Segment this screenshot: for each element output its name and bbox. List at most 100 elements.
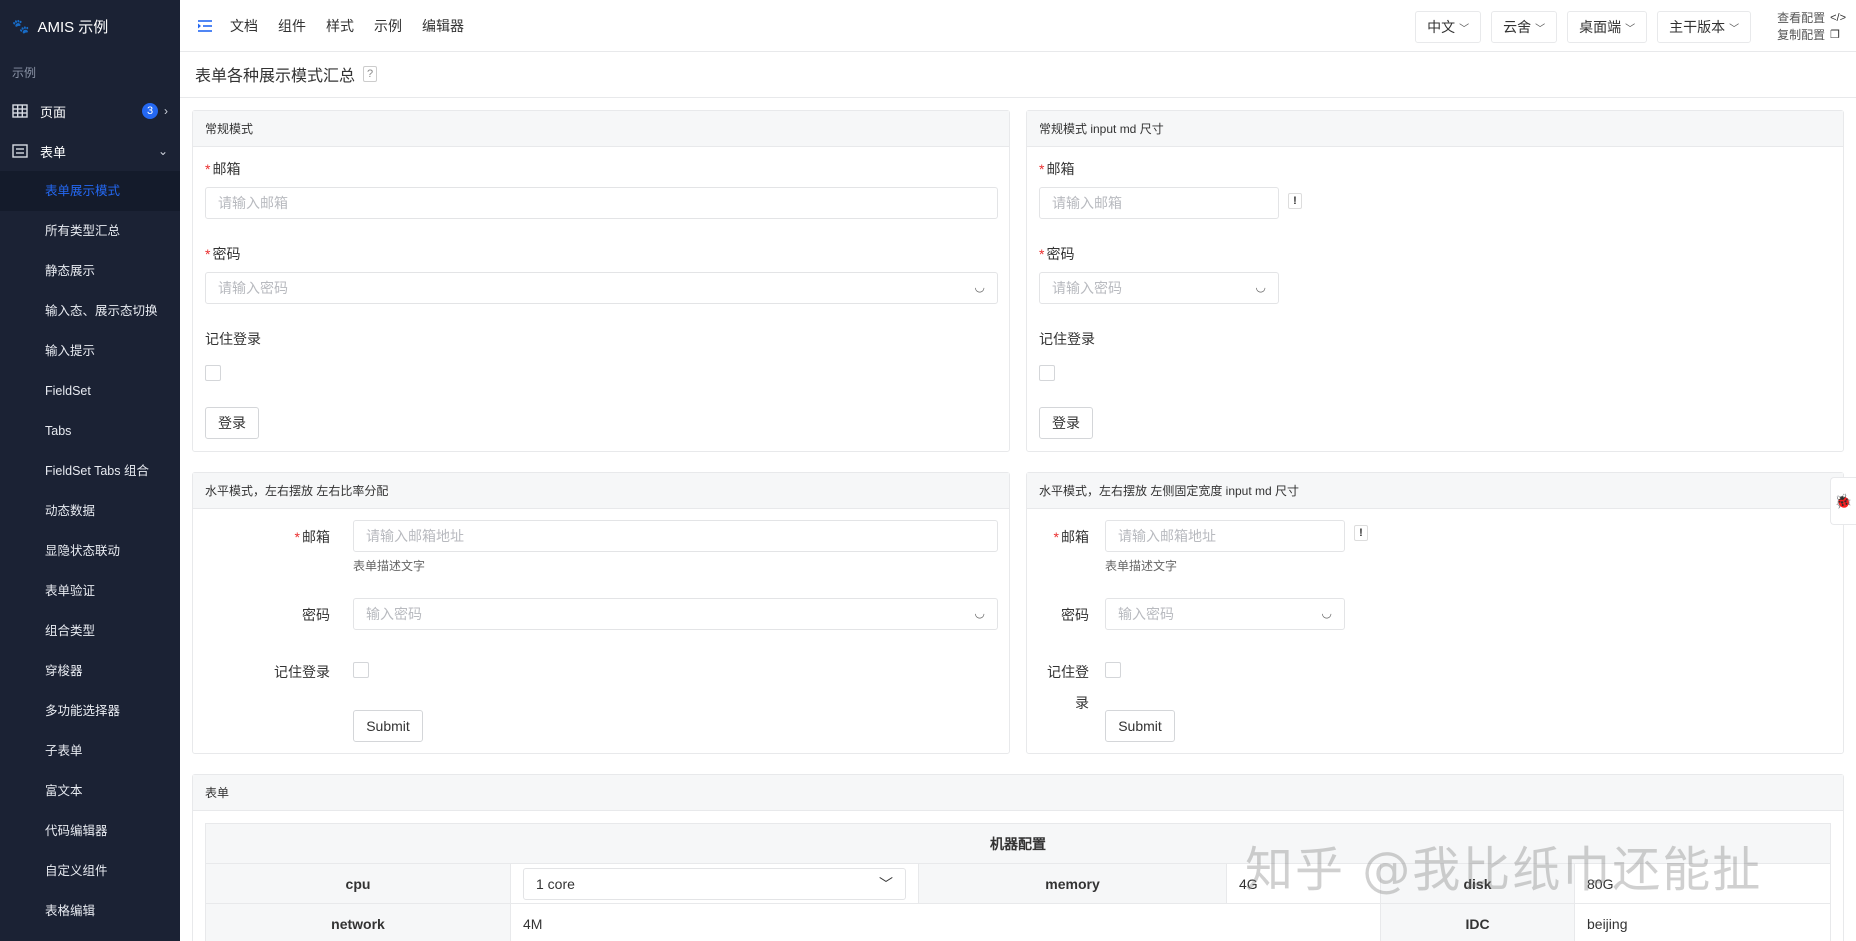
remember-checkbox[interactable] bbox=[1105, 662, 1121, 678]
nav-examples[interactable]: 示例 bbox=[374, 16, 402, 36]
field-description: 表单描述文字 bbox=[1105, 559, 1178, 573]
topbar: 文档 组件 样式 示例 编辑器 中文 ﹀ 云舍 ﹀ 桌面端 ﹀ 主干版本 ﹀ 查看配置 <… bbox=[180, 0, 1856, 52]
email-input[interactable]: 请输入邮箱地址 bbox=[353, 520, 998, 552]
sidebar-subitem[interactable]: 子表单 bbox=[0, 731, 180, 771]
sidebar-subitem[interactable]: 动态数据 bbox=[0, 491, 180, 531]
placeholder: 请输入邮箱 bbox=[1052, 195, 1122, 211]
nav-components[interactable]: 组件 bbox=[278, 16, 306, 36]
sidebar-subitem[interactable]: FieldSet bbox=[0, 371, 180, 411]
password-input[interactable]: 输入密码 ◡ bbox=[1105, 598, 1345, 630]
table-row: network 4M IDC beijing bbox=[205, 903, 1831, 941]
placeholder: 请输入邮箱地址 bbox=[1118, 528, 1216, 544]
cpu-cell: 1 core ﹀ bbox=[510, 863, 919, 904]
sidebar-subitem[interactable]: 所有类型汇总 bbox=[0, 211, 180, 251]
copy-config-link[interactable]: 复制配置 ❐ bbox=[1777, 27, 1846, 44]
device-select[interactable]: 桌面端 ﹀ bbox=[1567, 11, 1648, 43]
app-title: AMIS 示例 bbox=[37, 18, 109, 36]
select-value: 桌面端 bbox=[1579, 19, 1622, 35]
eye-closed-icon[interactable]: ◡ bbox=[975, 280, 985, 294]
remember-checkbox[interactable] bbox=[205, 365, 221, 381]
sidebar-subitem[interactable]: 多功能选择器 bbox=[0, 691, 180, 731]
placeholder: 输入密码 bbox=[1118, 606, 1174, 622]
help-icon[interactable]: ? bbox=[363, 66, 378, 82]
sidebar-item-forms[interactable]: 表单 ⌄ bbox=[0, 131, 180, 171]
remember-checkbox[interactable] bbox=[1039, 365, 1055, 381]
grid-icon bbox=[12, 104, 30, 118]
login-button[interactable]: 登录 bbox=[1039, 407, 1093, 439]
select-value: 中文 bbox=[1427, 19, 1456, 35]
panel-horizontal-ratio: 水平模式，左右摆放 左右比率分配 * 邮箱 请输入邮箱地址 表单描述文字 密码 输… bbox=[192, 472, 1010, 754]
email-label: * 邮箱 bbox=[205, 159, 240, 179]
password-input[interactable]: 请输入密码 ◡ bbox=[205, 272, 998, 304]
cpu-select[interactable]: 1 core ﹀ bbox=[523, 867, 906, 900]
sidebar-item-pages[interactable]: 页面 3 › bbox=[0, 91, 180, 131]
sidebar-subitem[interactable]: 输入提示 bbox=[0, 331, 180, 371]
chevron-down-icon: ﹀ bbox=[1729, 23, 1740, 35]
count-badge: 3 bbox=[142, 103, 158, 119]
theme-select[interactable]: 云舍 ﹀ bbox=[1491, 11, 1558, 43]
view-config-link[interactable]: 查看配置 </> bbox=[1777, 10, 1846, 27]
remember-label: 记住登录 bbox=[1039, 331, 1095, 347]
sidebar-subitem[interactable]: 表单验证 bbox=[0, 571, 180, 611]
sidebar-subitem[interactable]: 表格编辑 bbox=[0, 891, 180, 931]
remember-label-line2: 录 bbox=[1075, 695, 1089, 711]
watermark: 知乎 @我比纸巾还能扯 bbox=[1245, 842, 1763, 898]
required-mark: * bbox=[205, 161, 211, 177]
remember-label-line1: 记住登 bbox=[1047, 664, 1089, 680]
panel-title: 常规模式 bbox=[193, 111, 1009, 147]
chevron-down-icon: ﹀ bbox=[1459, 23, 1470, 35]
placeholder: 请输入邮箱 bbox=[218, 195, 288, 211]
remark-icon[interactable]: ! bbox=[1288, 193, 1302, 209]
sidebar-subitem[interactable]: 自定义组件 bbox=[0, 851, 180, 891]
sidebar-subitem[interactable]: FieldSet Tabs 组合 bbox=[0, 451, 180, 491]
remember-checkbox[interactable] bbox=[353, 662, 369, 678]
email-label: * 邮箱 bbox=[205, 527, 330, 547]
sidebar-subitem[interactable]: Tabs bbox=[0, 411, 180, 451]
submit-button[interactable]: Submit bbox=[353, 710, 423, 742]
nav-docs[interactable]: 文档 bbox=[230, 16, 258, 36]
required-mark: * bbox=[1039, 161, 1045, 177]
sidebar-subitem[interactable]: 显隐状态联动 bbox=[0, 531, 180, 571]
login-button[interactable]: 登录 bbox=[205, 407, 259, 439]
bug-icon[interactable]: 🐞 bbox=[1830, 477, 1856, 525]
email-label: * 邮箱 bbox=[1039, 159, 1074, 179]
panel-title: 水平模式，左右摆放 左侧固定宽度 input md 尺寸 bbox=[1027, 473, 1843, 509]
password-input[interactable]: 输入密码 ◡ bbox=[353, 598, 998, 630]
sidebar-subitem[interactable]: 表单展示模式 bbox=[0, 171, 180, 211]
version-select[interactable]: 主干版本 ﹀ bbox=[1657, 11, 1752, 43]
sidebar-subitem[interactable]: 穿梭器 bbox=[0, 651, 180, 691]
remark-icon[interactable]: ! bbox=[1354, 525, 1368, 541]
sidebar-subitem[interactable]: 富文本 bbox=[0, 771, 180, 811]
password-label: 密码 bbox=[302, 607, 330, 623]
sidebar-subitem[interactable]: 代码编辑器 bbox=[0, 811, 180, 851]
select-value: 云舍 bbox=[1503, 19, 1532, 35]
eye-closed-icon[interactable]: ◡ bbox=[1322, 606, 1332, 620]
eye-closed-icon[interactable]: ◡ bbox=[975, 606, 985, 620]
eye-closed-icon[interactable]: ◡ bbox=[1256, 280, 1266, 294]
sidebar-item-label: 表单 bbox=[40, 144, 67, 160]
nav-styles[interactable]: 样式 bbox=[326, 16, 354, 36]
sidebar-subitem[interactable]: 输入态、展示态切换 bbox=[0, 291, 180, 331]
placeholder: 请输入邮箱地址 bbox=[366, 528, 464, 544]
language-select[interactable]: 中文 ﹀ bbox=[1415, 11, 1482, 43]
label-text: 邮箱 bbox=[1061, 529, 1089, 545]
title-divider bbox=[180, 97, 1856, 98]
panel-normal-mode-md: 常规模式 input md 尺寸 * 邮箱 请输入邮箱 ! * 密码 请输入密码 ◡ … bbox=[1026, 110, 1844, 452]
nav-editor[interactable]: 编辑器 bbox=[422, 16, 464, 36]
app-brand[interactable]: 🐾 AMIS 示例 bbox=[0, 0, 180, 52]
password-input[interactable]: 请输入密码 ◡ bbox=[1039, 272, 1279, 304]
email-input[interactable]: 请输入邮箱地址 bbox=[1105, 520, 1345, 552]
label-text: 邮箱 bbox=[212, 161, 241, 177]
email-input[interactable]: 请输入邮箱 bbox=[1039, 187, 1279, 219]
panel-normal-mode: 常规模式 * 邮箱 请输入邮箱 * 密码 请输入密码 ◡ 记住登录 登录 bbox=[192, 110, 1010, 452]
copy-config-label: 复制配置 bbox=[1777, 28, 1826, 42]
label-text: 密码 bbox=[1046, 246, 1075, 262]
sidebar-subitem[interactable]: 静态展示 bbox=[0, 251, 180, 291]
idc-label: IDC bbox=[1380, 903, 1575, 941]
menu-toggle-icon[interactable] bbox=[180, 0, 230, 52]
sidebar-subitem[interactable]: 组合类型 bbox=[0, 611, 180, 651]
submit-button[interactable]: Submit bbox=[1105, 710, 1175, 742]
email-label: * 邮箱 bbox=[1039, 527, 1089, 547]
email-input[interactable]: 请输入邮箱 bbox=[205, 187, 998, 219]
copy-icon: ❐ bbox=[1830, 29, 1840, 41]
